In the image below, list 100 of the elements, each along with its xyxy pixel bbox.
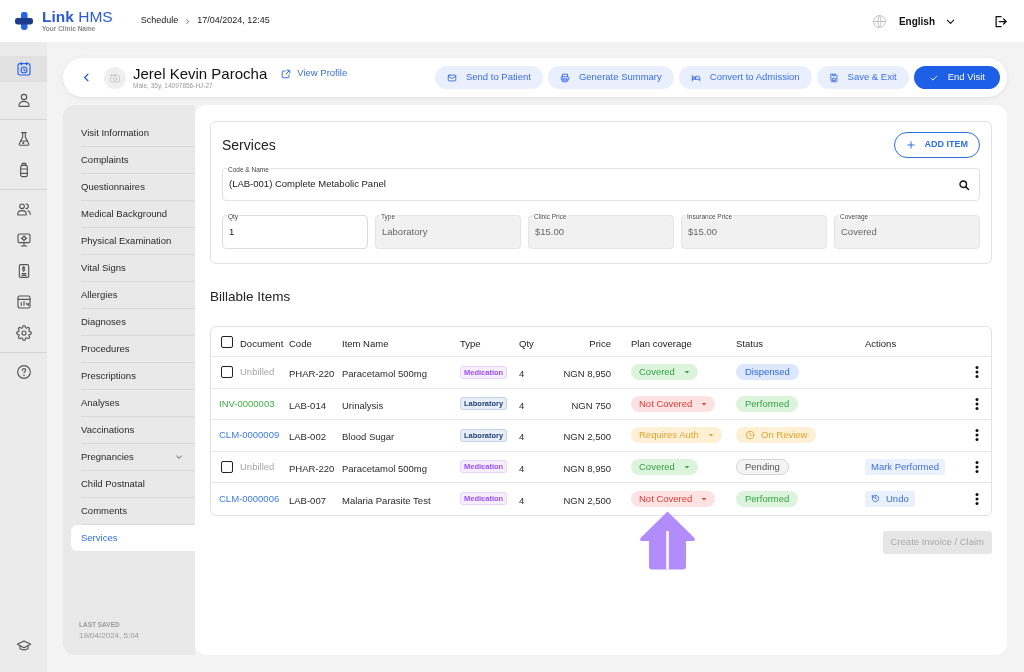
section-title: Billable Items bbox=[210, 289, 291, 304]
action-button[interactable]: Save & Exit bbox=[816, 66, 909, 89]
status-badge: Performed bbox=[736, 395, 799, 412]
table-cell: 4 bbox=[519, 494, 525, 506]
sidebar-item[interactable]: Visit Information bbox=[71, 120, 195, 146]
table-cell: 4 bbox=[519, 462, 525, 474]
sidebar-item[interactable]: Vital Signs bbox=[71, 255, 195, 281]
action-button[interactable]: Send to Patient bbox=[434, 66, 543, 89]
table-cell: 4 bbox=[519, 399, 525, 411]
status-badge: On Review bbox=[736, 427, 817, 444]
sidebar-item[interactable]: Vaccinations bbox=[71, 417, 195, 443]
table-cell: NGN 8,950 bbox=[563, 368, 611, 380]
nav-button[interactable] bbox=[0, 56, 47, 82]
monitor-icon bbox=[15, 232, 32, 248]
status-badge: Dispensed bbox=[736, 364, 799, 381]
logo-icon bbox=[15, 12, 33, 30]
kebab-menu-icon[interactable] bbox=[975, 492, 979, 505]
chevron-down-icon bbox=[175, 453, 183, 461]
section-title: Services bbox=[222, 135, 276, 155]
action-button[interactable]: Generate Summary bbox=[547, 66, 674, 89]
column-header: Status bbox=[736, 337, 763, 349]
clock-icon bbox=[745, 430, 755, 441]
calendar-clock-icon bbox=[15, 61, 32, 77]
table-cell: LAB-002 bbox=[289, 431, 326, 443]
sidebar-item[interactable]: Child Postnatal bbox=[71, 471, 195, 497]
claim-link[interactable]: CLM-0000009 bbox=[219, 428, 280, 443]
chevron-right-icon bbox=[184, 17, 192, 25]
sidebar-item[interactable]: Complaints bbox=[71, 147, 195, 173]
printer-icon bbox=[559, 72, 570, 83]
table-cell: Blood Sugar bbox=[342, 431, 395, 443]
table-cell: LAB-007 bbox=[289, 494, 326, 506]
checkbox[interactable] bbox=[221, 366, 233, 379]
settings-icon bbox=[15, 325, 32, 341]
undo-button[interactable]: Undo bbox=[865, 490, 915, 507]
sidebar-item[interactable]: Diagnoses bbox=[71, 309, 195, 335]
users-icon bbox=[15, 201, 32, 217]
table-cell: LAB-014 bbox=[289, 399, 326, 411]
column-header: Document bbox=[240, 337, 284, 349]
table-cell: NGN 750 bbox=[571, 399, 611, 411]
checkbox[interactable] bbox=[221, 335, 233, 348]
sidebar-item[interactable]: Prescriptions bbox=[71, 363, 195, 389]
kebab-menu-icon[interactable] bbox=[975, 397, 979, 410]
mark-performed-button[interactable]: Mark Performed bbox=[865, 458, 946, 475]
save-icon bbox=[828, 72, 839, 83]
claim-link[interactable]: CLM-0000006 bbox=[219, 491, 280, 506]
help-icon bbox=[15, 364, 32, 380]
mail-icon bbox=[446, 72, 457, 83]
sidebar-item[interactable]: Pregnancies bbox=[71, 444, 195, 470]
search-icon bbox=[958, 178, 970, 191]
sidebar-item[interactable]: Comments bbox=[71, 498, 195, 524]
kebab-menu-icon[interactable] bbox=[975, 460, 979, 473]
coverage-dropdown[interactable]: Not Covered bbox=[631, 395, 716, 412]
up-arrow-icon bbox=[638, 510, 697, 570]
column-header: Item Name bbox=[342, 337, 389, 349]
sidebar-item[interactable]: Services bbox=[71, 525, 195, 551]
camera-icon bbox=[109, 71, 121, 84]
history-icon bbox=[871, 494, 880, 504]
table-cell: PHAR-220 bbox=[289, 462, 335, 474]
invoice-link[interactable]: INV-0000003 bbox=[219, 396, 275, 411]
kebab-menu-icon[interactable] bbox=[975, 429, 979, 442]
table-cell: NGN 2,500 bbox=[563, 431, 611, 443]
table-cell: Paracetamol 500mg bbox=[342, 462, 428, 474]
caret-down-icon bbox=[683, 370, 690, 375]
sidebar-item[interactable]: Allergies bbox=[71, 282, 195, 308]
table-cell: NGN 2,500 bbox=[563, 494, 611, 506]
patient-name: Jerel Kevin Parocha bbox=[133, 65, 268, 82]
table-cell: PHAR-220 bbox=[289, 368, 335, 380]
view-profile-link[interactable]: View Profile bbox=[281, 66, 348, 81]
status-badge: Performed bbox=[736, 490, 799, 507]
sidebar-item[interactable]: Physical Examination bbox=[71, 228, 195, 254]
table-cell: 4 bbox=[519, 431, 525, 443]
coverage-dropdown[interactable]: Covered bbox=[631, 458, 698, 475]
external-link-icon bbox=[281, 68, 292, 79]
sidebar-item[interactable]: Analyses bbox=[71, 390, 195, 416]
table-cell: Malaria Parasite Test bbox=[342, 494, 431, 506]
sidebar-item[interactable]: Questionnaires bbox=[71, 174, 195, 200]
document-status: Unbilled bbox=[240, 365, 275, 380]
checkbox[interactable] bbox=[221, 460, 233, 473]
action-button[interactable]: Convert to Admission bbox=[678, 66, 812, 89]
action-button[interactable]: End Visit bbox=[913, 66, 1000, 89]
column-header: Qty bbox=[519, 337, 534, 349]
sidebar-item[interactable]: Medical Background bbox=[71, 201, 195, 227]
breadcrumb-link[interactable]: Schedule bbox=[140, 14, 179, 28]
plus-icon bbox=[905, 140, 916, 150]
caret-down-icon bbox=[701, 496, 708, 501]
table-cell: NGN 8,950 bbox=[563, 462, 611, 474]
language-dropdown[interactable]: English bbox=[898, 13, 956, 29]
table-cell: Paracetamol 500mg bbox=[342, 368, 428, 380]
coverage-dropdown[interactable]: Covered bbox=[631, 364, 698, 381]
person-icon bbox=[15, 92, 32, 108]
document-status: Unbilled bbox=[240, 459, 275, 474]
sidebar-item[interactable]: Procedures bbox=[71, 336, 195, 362]
column-header: Code bbox=[289, 337, 312, 349]
column-header: Plan coverage bbox=[631, 337, 692, 349]
coverage-dropdown[interactable]: Not Covered bbox=[631, 490, 716, 507]
logo-text: Link HMS bbox=[42, 9, 113, 25]
kebab-menu-icon[interactable] bbox=[975, 366, 979, 379]
column-header: Price bbox=[589, 337, 611, 349]
breadcrumb-current: 17/04/2024, 12:45 bbox=[197, 14, 270, 28]
logout-icon[interactable] bbox=[993, 13, 1008, 29]
